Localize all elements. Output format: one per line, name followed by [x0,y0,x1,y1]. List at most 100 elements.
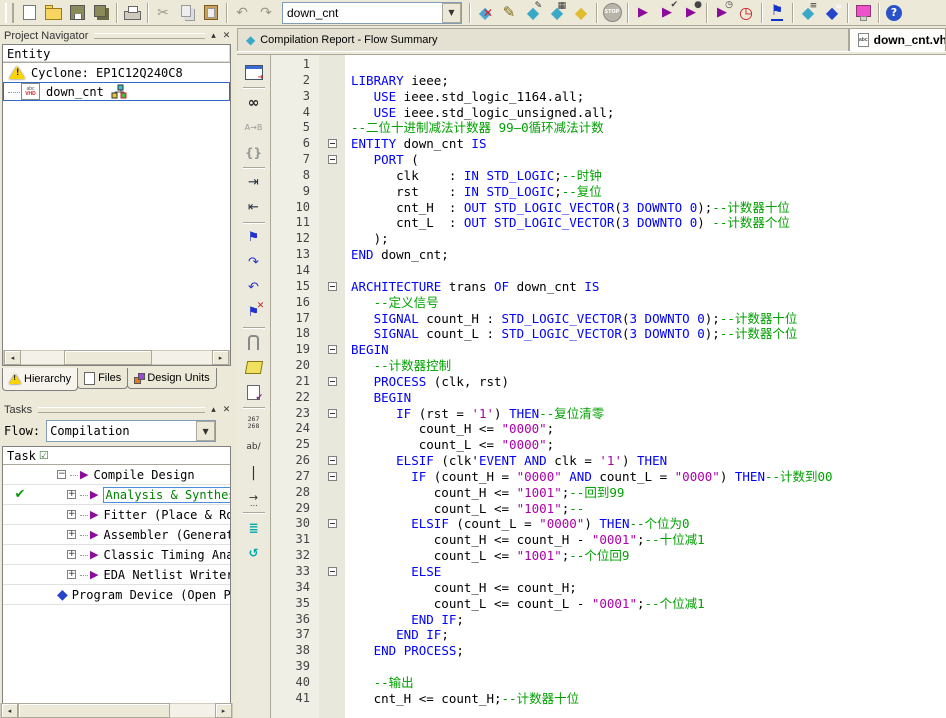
task-row-eda-netlist-writer[interactable]: +▶EDA Netlist Writer [3,565,230,585]
code-line-14[interactable]: 14 [271,263,946,279]
scroll-thumb[interactable] [64,350,152,365]
fold-marker[interactable] [319,469,345,485]
code-line-12[interactable]: 12 ); [271,231,946,247]
fold-marker[interactable] [319,374,345,390]
expand-icon[interactable]: + [67,530,76,539]
code-line-9[interactable]: 9 rst : IN STD_LOGIC;--复位 [271,184,946,200]
code-line-17[interactable]: 17 SIGNAL count_H : STD_LOGIC_VECTOR(3 D… [271,311,946,327]
task-row-assembler-generate-p[interactable]: +▶Assembler (Generate p [3,525,230,545]
expand-icon[interactable]: + [67,550,76,559]
code-line-30[interactable]: 30 ELSIF (count_L = "0000") THEN--个位为0 [271,516,946,532]
toggle-bookmark-button[interactable]: ⚑ [241,225,267,250]
uncomment-lines-button[interactable]: ↺ [241,540,267,565]
find-button[interactable]: ∞ [241,90,267,115]
scroll-left-icon[interactable]: ◂ [4,350,21,365]
collapse-region-icon[interactable] [328,282,337,291]
panel-grip[interactable] [38,407,205,413]
task-row-fitter-place-route[interactable]: +▶Fitter (Place & Route [3,505,230,525]
start-fitter-button[interactable]: ▶● [679,2,703,24]
insert-note-button[interactable] [241,355,267,380]
increase-indent-button[interactable]: ⇥ [241,170,267,195]
attach-note-button[interactable] [241,330,267,355]
tab-design-units[interactable]: Design Units [127,368,216,389]
task-column-header[interactable]: Task ☑ [3,447,230,465]
collapse-icon[interactable]: − [57,470,66,479]
fold-marker[interactable] [319,564,345,580]
close-panel-icon[interactable]: ✕ [220,30,233,42]
code-line-15[interactable]: 15ARCHITECTURE trans OF down_cnt IS [271,279,946,295]
toolbar-grip[interactable] [5,3,14,23]
code-line-39[interactable]: 39 [271,659,946,675]
tasks-hscrollbar[interactable]: ◂ ▸ [0,703,233,718]
fold-marker[interactable] [319,342,345,358]
collapse-region-icon[interactable] [328,472,337,481]
code-line-28[interactable]: 28 count_H <= "1001";--回到99 [271,485,946,501]
print-button[interactable] [120,2,144,24]
line-numbers-button[interactable]: 267 268 [241,410,267,435]
expand-icon[interactable]: + [67,570,76,579]
collapse-region-icon[interactable] [328,155,337,164]
close-panel-icon[interactable]: ✕ [220,404,233,416]
entity-dropdown[interactable]: down_cnt ▼ [282,2,462,24]
code-line-11[interactable]: 11 cnt_L : OUT STD_LOGIC_VECTOR(3 DOWNTO… [271,215,946,231]
comment-lines-button[interactable]: ≣ [241,515,267,540]
code-line-36[interactable]: 36 END IF; [271,612,946,628]
code-line-20[interactable]: 20 --计数器控制 [271,358,946,374]
entity-column-header[interactable]: Entity [3,45,230,63]
scroll-right-icon[interactable]: ▸ [212,350,229,365]
tab-compilation-report[interactable]: ◆ Compilation Report - Flow Summary [237,28,849,51]
collapse-region-icon[interactable] [328,139,337,148]
code-line-19[interactable]: 19BEGIN [271,342,946,358]
code-line-8[interactable]: 8 clk : IN STD_LOGIC;--时钟 [271,168,946,184]
pin-planner-button[interactable]: ◆▦ [545,2,569,24]
chip-planner-button[interactable] [851,2,875,24]
code-line-32[interactable]: 32 count_L <= "1001";--个位回9 [271,548,946,564]
code-line-35[interactable]: 35 count_L <= count_L - "0001";--个位减1 [271,596,946,612]
entity-tree-row[interactable]: abcVHD down_cnt [3,82,230,101]
start-timing-button[interactable]: ▶◷ [710,2,734,24]
paste-button[interactable] [199,2,223,24]
tab-down-cnt-vhd[interactable]: abc down_cnt.vhd [849,28,946,51]
redo-button[interactable]: ↷ [254,2,278,24]
detach-window-button[interactable] [241,60,267,85]
code-line-38[interactable]: 38 END PROCESS; [271,643,946,659]
expand-icon[interactable]: + [67,490,76,499]
programmer-button[interactable]: ◆≋ [820,2,844,24]
next-bookmark-button[interactable]: ↷ [241,250,267,275]
code-line-3[interactable]: 3 USE ieee.std_logic_1164.all; [271,89,946,105]
code-line-26[interactable]: 26 ELSIF (clk'EVENT AND clk = '1') THEN [271,453,946,469]
code-line-5[interactable]: 5--二位十进制减法计数器 99—0循环减法计数 [271,120,946,136]
device-tree-row[interactable]: Cyclone: EP1C12Q240C8 [3,63,230,82]
task-row-classic-timing-analys[interactable]: +▶Classic Timing Analys [3,545,230,565]
decrease-indent-button[interactable]: ⇤ [241,195,267,220]
flow-dropdown[interactable]: Compilation ▼ [46,420,216,442]
collapse-panel-icon[interactable]: ▴ [207,404,220,416]
start-compilation-button[interactable]: ▶ [631,2,655,24]
stop-button[interactable]: STOP [600,2,624,24]
timing-closure-button[interactable]: ◆ [569,2,593,24]
code-line-33[interactable]: 33 ELSE [271,564,946,580]
code-line-27[interactable]: 27 IF (count_H = "0000" AND count_L = "0… [271,469,946,485]
code-line-37[interactable]: 37 END IF; [271,627,946,643]
insert-bar-button[interactable]: | [241,460,267,485]
fold-marker[interactable] [319,406,345,422]
code-line-41[interactable]: 41 cnt_H <= count_H;--计数器十位 [271,691,946,707]
collapse-region-icon[interactable] [328,567,337,576]
cut-button[interactable]: ✂ [151,2,175,24]
collapse-panel-icon[interactable]: ▴ [207,30,220,42]
new-file-button[interactable] [17,2,41,24]
fold-marker[interactable] [319,453,345,469]
code-line-29[interactable]: 29 count_L <= "1001";-- [271,501,946,517]
code-line-40[interactable]: 40 --输出 [271,675,946,691]
save-button[interactable] [65,2,89,24]
collapse-region-icon[interactable] [328,345,337,354]
scroll-right-icon[interactable]: ▸ [215,703,232,718]
expand-icon[interactable]: + [67,510,76,519]
fold-marker[interactable] [319,279,345,295]
task-row-program-device-open-pro[interactable]: ◆Program Device (Open Pro [3,585,230,605]
navigator-hscrollbar[interactable]: ◂ ▸ [3,350,230,365]
collapse-region-icon[interactable] [328,409,337,418]
code-line-21[interactable]: 21 PROCESS (clk, rst) [271,374,946,390]
collapse-region-icon[interactable] [328,519,337,528]
code-line-34[interactable]: 34 count_H <= count_H; [271,580,946,596]
